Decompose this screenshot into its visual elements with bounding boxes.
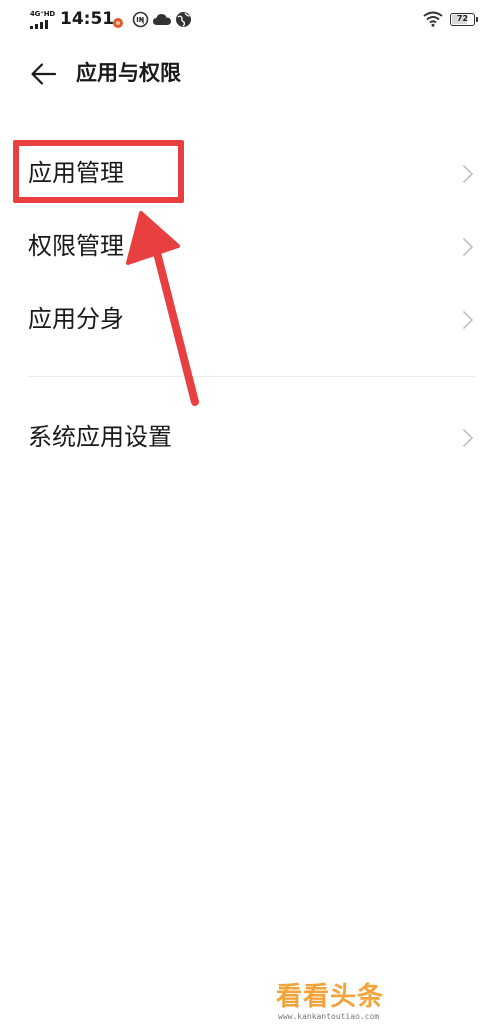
watermark-url: www.kankantoutiao.com xyxy=(278,1012,380,1021)
notification-dot-icon xyxy=(112,14,124,33)
chevron-right-icon xyxy=(463,429,473,447)
cellular-signal: 4G⁺HD xyxy=(30,10,56,30)
back-arrow-icon[interactable] xyxy=(30,62,58,86)
wifi-icon xyxy=(423,11,443,31)
menu-item-system-app-settings[interactable]: 系统应用设置 xyxy=(0,407,503,467)
cloud-icon xyxy=(152,11,172,32)
chevron-right-icon xyxy=(463,238,473,256)
status-system-icons: 72 xyxy=(399,10,479,30)
section-divider xyxy=(28,376,475,377)
signal-bars-icon xyxy=(30,20,52,29)
status-bar: 4G⁺HD 14:51 72 xyxy=(0,0,503,40)
menu-item-permission-management[interactable]: 权限管理 xyxy=(0,216,503,276)
chevron-right-icon xyxy=(463,165,473,183)
network-type-label: 4G⁺HD xyxy=(30,10,55,18)
watermark-logo: 看看头条 www.kankantoutiao.com xyxy=(276,980,436,1030)
page-title: 应用与权限 xyxy=(76,61,181,85)
nfc-badge-icon xyxy=(132,11,149,32)
menu-item-app-clone[interactable]: 应用分身 xyxy=(0,289,503,349)
highlight-box xyxy=(13,140,184,203)
status-time: 14:51 xyxy=(60,9,115,29)
menu-item-label: 应用分身 xyxy=(28,305,124,333)
battery-percent: 72 xyxy=(456,14,469,23)
menu-item-label: 系统应用设置 xyxy=(28,423,172,451)
battery-icon: 72 xyxy=(450,13,478,26)
globe-icon xyxy=(175,11,192,32)
page-header: 应用与权限 xyxy=(0,40,503,106)
watermark-text: 看看头条 xyxy=(276,982,385,1012)
chevron-right-icon xyxy=(463,311,473,329)
menu-item-label: 权限管理 xyxy=(28,232,124,260)
